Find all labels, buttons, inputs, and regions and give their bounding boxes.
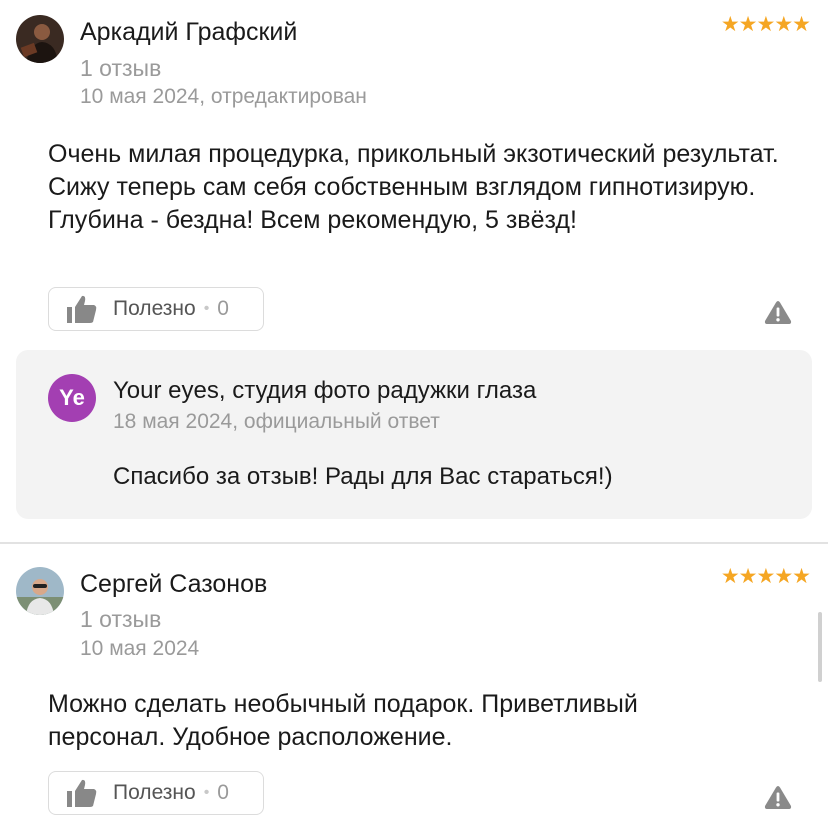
review-date: 10 мая 2024	[80, 637, 200, 660]
review-count: 1 отзыв	[80, 606, 162, 632]
official-reply: Ye Your eyes, студия фото радужки глаза …	[16, 350, 812, 519]
review-date: 10 мая 2024, отредактирован	[80, 85, 367, 108]
review-divider	[0, 542, 828, 544]
thumbs-up-icon	[67, 779, 97, 807]
avatar[interactable]	[16, 15, 64, 63]
scrollbar[interactable]	[818, 612, 822, 682]
reply-date: 18 мая 2024, официальный ответ	[113, 410, 440, 433]
review-text: Можно сделать необычный подарок. Приветл…	[48, 690, 638, 751]
org-name[interactable]: Your eyes, студия фото радужки глаза	[113, 377, 536, 405]
warning-icon[interactable]	[764, 299, 792, 325]
reply-text: Спасибо за отзыв! Рады для Вас стараться…	[113, 463, 613, 490]
thumbs-up-icon	[67, 295, 97, 323]
useful-count: 0	[217, 781, 229, 804]
useful-count: 0	[217, 297, 229, 320]
author-name[interactable]: Аркадий Графский	[80, 18, 297, 47]
useful-button[interactable]: Полезно • 0	[48, 771, 264, 815]
warning-icon[interactable]	[764, 784, 792, 810]
org-avatar[interactable]: Ye	[48, 374, 96, 422]
rating-stars: ★★★★★	[720, 13, 811, 36]
author-name[interactable]: Сергей Сазонов	[80, 570, 267, 599]
useful-button[interactable]: Полезно • 0	[48, 287, 264, 331]
avatar[interactable]	[16, 567, 64, 615]
review-count: 1 отзыв	[80, 55, 162, 81]
separator-dot: •	[203, 784, 210, 801]
rating-stars: ★★★★★	[720, 565, 811, 588]
review-text: Очень милая процедурка, прикольный экзот…	[48, 140, 779, 234]
useful-label: Полезно	[113, 781, 196, 804]
separator-dot: •	[203, 300, 210, 317]
useful-label: Полезно	[113, 297, 196, 320]
